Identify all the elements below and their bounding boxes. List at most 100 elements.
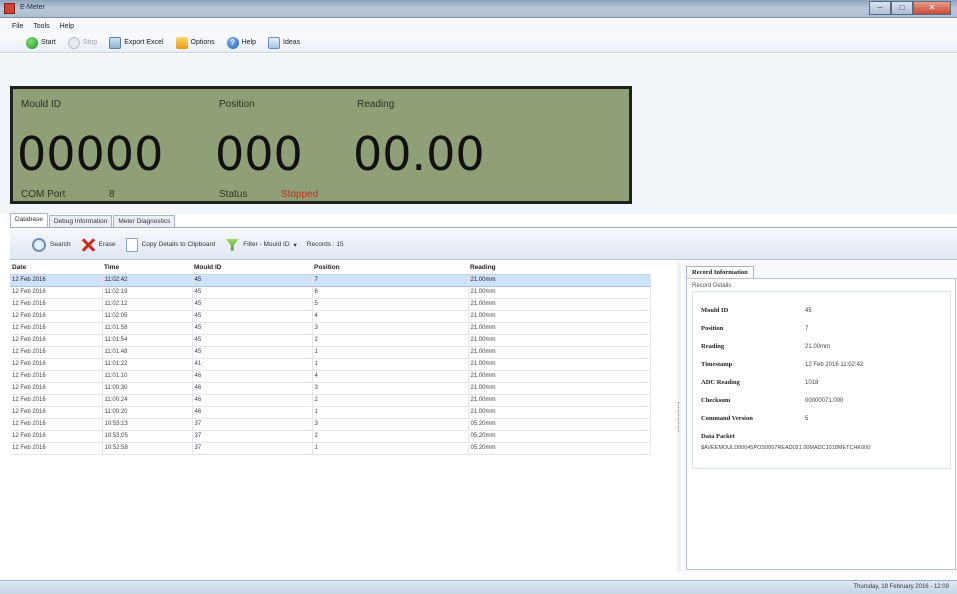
- cell-date: 12 Feb 2016: [10, 430, 103, 443]
- main-tabs: Database Debug Information Meter Diagnos…: [10, 213, 957, 228]
- tab-database[interactable]: Database: [10, 213, 48, 227]
- cell-time: 11:01:22: [102, 358, 193, 371]
- cell-reading: 21.00mm: [468, 394, 651, 407]
- table-row[interactable]: 12 Feb 2016 10:53:05 37 2 05.20mm: [10, 430, 651, 443]
- status-bar: Thursday, 18 February 2016 - 12:09: [0, 580, 957, 594]
- column-header-mould-id[interactable]: Mould ID: [192, 262, 312, 275]
- start-button[interactable]: Start: [26, 36, 56, 49]
- cell-position: 3: [312, 418, 469, 431]
- cell-mould-id: 45: [192, 346, 313, 359]
- filter-icon: [225, 238, 240, 251]
- ideas-icon: [268, 36, 281, 49]
- detail-command-version-value: 5: [805, 416, 809, 422]
- column-header-position[interactable]: Position: [312, 262, 468, 275]
- table-body: 12 Feb 2016 11:02:42 45 7 21.00mm 12 Feb 2016…: [10, 274, 651, 455]
- erase-button[interactable]: Erase: [81, 238, 116, 252]
- menu-bar: File Tools Help: [0, 19, 957, 33]
- stop-label: Stop: [82, 39, 98, 46]
- erase-icon: [81, 238, 95, 252]
- table-row[interactable]: 12 Feb 2016 11:02:05 45 4 21.00mm: [10, 310, 651, 323]
- help-icon: ?: [226, 36, 239, 49]
- table-row[interactable]: 12 Feb 2016 11:01:48 45 1 21.00mm: [10, 346, 651, 359]
- maximize-button[interactable]: □: [891, 1, 913, 15]
- cell-mould-id: 46: [192, 394, 313, 407]
- cell-date: 12 Feb 2016: [10, 274, 103, 287]
- cell-position: 1: [312, 406, 469, 419]
- cell-time: 10:53:05: [102, 430, 193, 443]
- table-row[interactable]: 12 Feb 2016 11:00:24 46 2 21.00mm: [10, 394, 651, 407]
- copy-button[interactable]: Copy Details to Clipboard: [125, 237, 216, 252]
- detail-checksum-value: 00000071.000: [805, 398, 844, 404]
- cell-mould-id: 45: [192, 298, 313, 311]
- status-label: Status: [219, 189, 248, 200]
- help-button[interactable]: ? Help: [226, 36, 256, 49]
- table-row[interactable]: 12 Feb 2016 10:52:58 37 1 05.20mm: [10, 442, 651, 455]
- ideas-label: Ideas: [283, 39, 301, 46]
- table-row[interactable]: 12 Feb 2016 11:00:30 46 3 21.00mm: [10, 382, 651, 395]
- column-header-date[interactable]: Date: [10, 262, 102, 275]
- options-label: Options: [190, 39, 215, 46]
- ideas-button[interactable]: Ideas: [268, 36, 301, 49]
- cell-reading: 21.00mm: [468, 322, 651, 335]
- detail-reading-label: Reading: [701, 343, 725, 350]
- com-port-value: 8: [109, 189, 115, 200]
- cell-reading: 05.20mm: [468, 442, 651, 455]
- copy-label: Copy Details to Clipboard: [141, 241, 216, 248]
- cell-time: 11:01:10: [102, 370, 193, 383]
- erase-label: Erase: [98, 241, 116, 248]
- cell-reading: 21.00mm: [468, 310, 651, 323]
- table-row[interactable]: 12 Feb 2016 11:01:10 46 4 21.00mm: [10, 370, 651, 383]
- tab-record-information[interactable]: Record Information: [686, 266, 754, 278]
- export-excel-button[interactable]: Export Excel: [109, 36, 164, 49]
- table-row[interactable]: 12 Feb 2016 11:01:22 41 1 21.00mm: [10, 358, 651, 371]
- mould-id-label: Mould ID: [21, 99, 62, 110]
- search-button[interactable]: Search: [32, 237, 71, 252]
- cell-date: 12 Feb 2016: [10, 298, 103, 311]
- reading-value: 00.00: [353, 127, 485, 181]
- table-row[interactable]: 12 Feb 2016 10:53:13 37 3 05.20mm: [10, 418, 651, 431]
- cell-reading: 21.00mm: [468, 370, 651, 383]
- app-icon: [4, 3, 15, 14]
- options-button[interactable]: Options: [175, 36, 215, 49]
- cell-position: 2: [312, 394, 469, 407]
- cell-date: 12 Feb 2016: [10, 346, 103, 359]
- cell-date: 12 Feb 2016: [10, 358, 103, 371]
- column-header-time[interactable]: Time: [102, 262, 192, 275]
- cell-time: 10:53:13: [102, 418, 193, 431]
- table-row[interactable]: 12 Feb 2016 11:01:58 45 3 21.00mm: [10, 322, 651, 335]
- filter-button[interactable]: Filter - Mould ID ▾: [225, 238, 297, 251]
- table-row[interactable]: 12 Feb 2016 11:00:20 46 1 21.00mm: [10, 406, 651, 419]
- menu-help[interactable]: Help: [60, 23, 74, 30]
- cell-time: 11:02:05: [102, 310, 193, 323]
- panel-splitter[interactable]: [677, 262, 681, 572]
- minimize-button[interactable]: –: [869, 1, 891, 15]
- cell-time: 11:00:30: [102, 382, 193, 395]
- record-details-panel: Record Information Record Details Mould …: [683, 262, 957, 572]
- filter-label: Filter - Mould ID: [243, 241, 290, 248]
- detail-adc-label: ADC Reading: [701, 379, 740, 386]
- table-row[interactable]: 12 Feb 2016 11:02:12 45 5 21.00mm: [10, 298, 651, 311]
- menu-file[interactable]: File: [12, 23, 23, 30]
- stop-button[interactable]: Stop: [67, 36, 98, 49]
- close-button[interactable]: ✕: [913, 1, 951, 15]
- table-row[interactable]: 12 Feb 2016 11:02:42 45 7 21.00mm: [10, 274, 651, 287]
- cell-mould-id: 45: [192, 286, 313, 299]
- cell-mould-id: 46: [192, 406, 313, 419]
- cell-mould-id: 37: [192, 442, 313, 455]
- cell-position: 3: [312, 382, 469, 395]
- cell-time: 11:02:12: [102, 298, 193, 311]
- tab-meter-diagnostics[interactable]: Meter Diagnostics: [113, 215, 176, 227]
- cell-reading: 21.00mm: [468, 382, 651, 395]
- tab-debug-information[interactable]: Debug Information: [48, 215, 113, 227]
- cell-mould-id: 37: [192, 430, 313, 443]
- window-controls: – □ ✕: [869, 1, 951, 15]
- records-count: Records : 15: [306, 241, 344, 248]
- menu-tools[interactable]: Tools: [33, 23, 49, 30]
- com-port-label: COM Port: [21, 189, 66, 200]
- table-row[interactable]: 12 Feb 2016 11:02:19 45 6 21.00mm: [10, 286, 651, 299]
- table-row[interactable]: 12 Feb 2016 11:01:54 45 2 21.00mm: [10, 334, 651, 347]
- detail-position-value: 7: [805, 326, 809, 332]
- column-header-reading[interactable]: Reading: [468, 262, 650, 275]
- export-icon: [109, 36, 122, 49]
- position-value: 000: [215, 127, 303, 181]
